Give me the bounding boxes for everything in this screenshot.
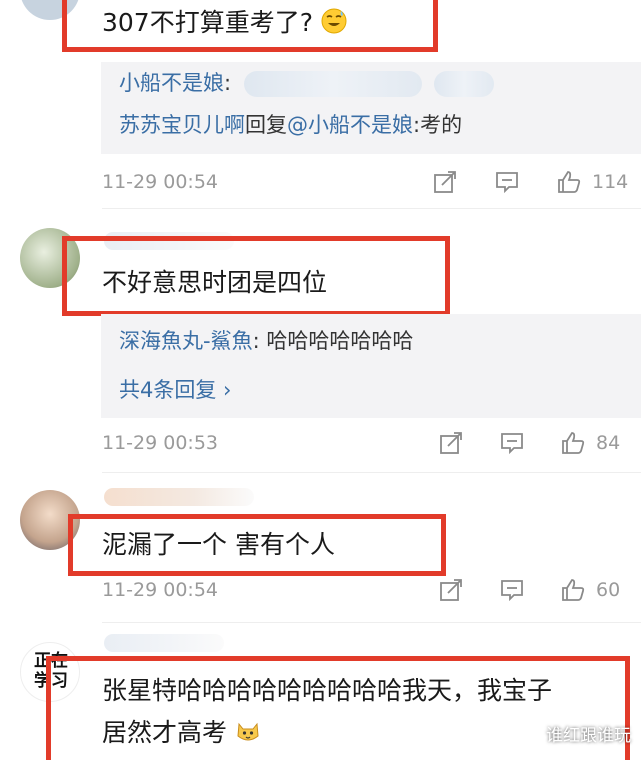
comment-text: 泥漏了一个 害有个人: [102, 530, 335, 559]
reply-line: 苏苏宝贝儿啊回复@小船不是娘:考的: [119, 113, 463, 137]
blurred-reply-text: [434, 71, 495, 97]
timestamp: 11-29 00:54: [102, 171, 219, 193]
like-icon[interactable]: [560, 430, 586, 456]
blurred-username: [104, 488, 254, 506]
reply-username[interactable]: 小船不是娘: [119, 71, 224, 95]
share-icon[interactable]: [432, 169, 458, 195]
view-more-replies-link[interactable]: 共4条回复 ›: [119, 374, 231, 404]
like-icon[interactable]: [556, 169, 582, 195]
share-icon[interactable]: [438, 430, 464, 456]
comment-text-line-1: 张星特哈哈哈哈哈哈哈哈哈我天，我宝子: [102, 676, 553, 705]
comment-meta: 11-29 00:54 60: [102, 575, 622, 605]
comment-icon[interactable]: [499, 430, 525, 456]
divider: [102, 208, 641, 209]
watermark: 谁红跟谁玩: [546, 726, 631, 746]
comment-2: 不好意思时团是四位 深海魚丸-鯊魚: 哈哈哈哈哈哈哈 共4条回复 › 11-29…: [0, 210, 641, 473]
comment-4: 正在 学习 张星特哈哈哈哈哈哈哈哈哈我天，我宝子 居然才高考: [0, 622, 641, 760]
reply-box[interactable]: 小船不是娘: 苏苏宝贝儿啊回复@小船不是娘:考的: [101, 62, 641, 154]
like-icon[interactable]: [560, 577, 586, 603]
blurred-username: [104, 634, 224, 652]
like-count: 114: [592, 171, 629, 193]
comment-1: 307不打算重考了? 小船不是娘: 苏苏宝贝儿啊回复@小船不是娘:考的 11-2…: [0, 0, 641, 210]
like-count: 84: [596, 432, 621, 454]
reply-mention[interactable]: @小船不是娘: [287, 113, 413, 137]
share-icon[interactable]: [438, 577, 464, 603]
blurred-reply-text: [243, 71, 422, 97]
comment-meta: 11-29 00:53 84: [102, 428, 622, 458]
comment-3: 泥漏了一个 害有个人 11-29 00:54 60: [0, 472, 641, 623]
comment-text: 不好意思时团是四位: [102, 268, 328, 297]
comment-icon[interactable]: [499, 577, 525, 603]
reply-line: 小船不是娘:: [119, 68, 495, 98]
reply-box[interactable]: 深海魚丸-鯊魚: 哈哈哈哈哈哈哈 共4条回复 ›: [101, 314, 641, 418]
timestamp: 11-29 00:54: [102, 579, 219, 601]
comment-meta: 11-29 00:54 114: [102, 167, 628, 197]
reply-username[interactable]: 深海魚丸-鯊魚: [119, 329, 253, 353]
reply-line: 深海魚丸-鯊魚: 哈哈哈哈哈哈哈: [119, 329, 414, 353]
comment-icon[interactable]: [494, 169, 520, 195]
grinning-sweat-emoji-icon: [321, 8, 347, 34]
reply-username[interactable]: 苏苏宝贝儿啊: [119, 113, 245, 137]
comment-text-line-2: 居然才高考: [102, 714, 261, 752]
cat-emoji-icon: [237, 722, 259, 741]
timestamp: 11-29 00:53: [102, 432, 219, 454]
comment-text: 307不打算重考了?: [102, 4, 347, 42]
like-count: 60: [596, 579, 621, 601]
